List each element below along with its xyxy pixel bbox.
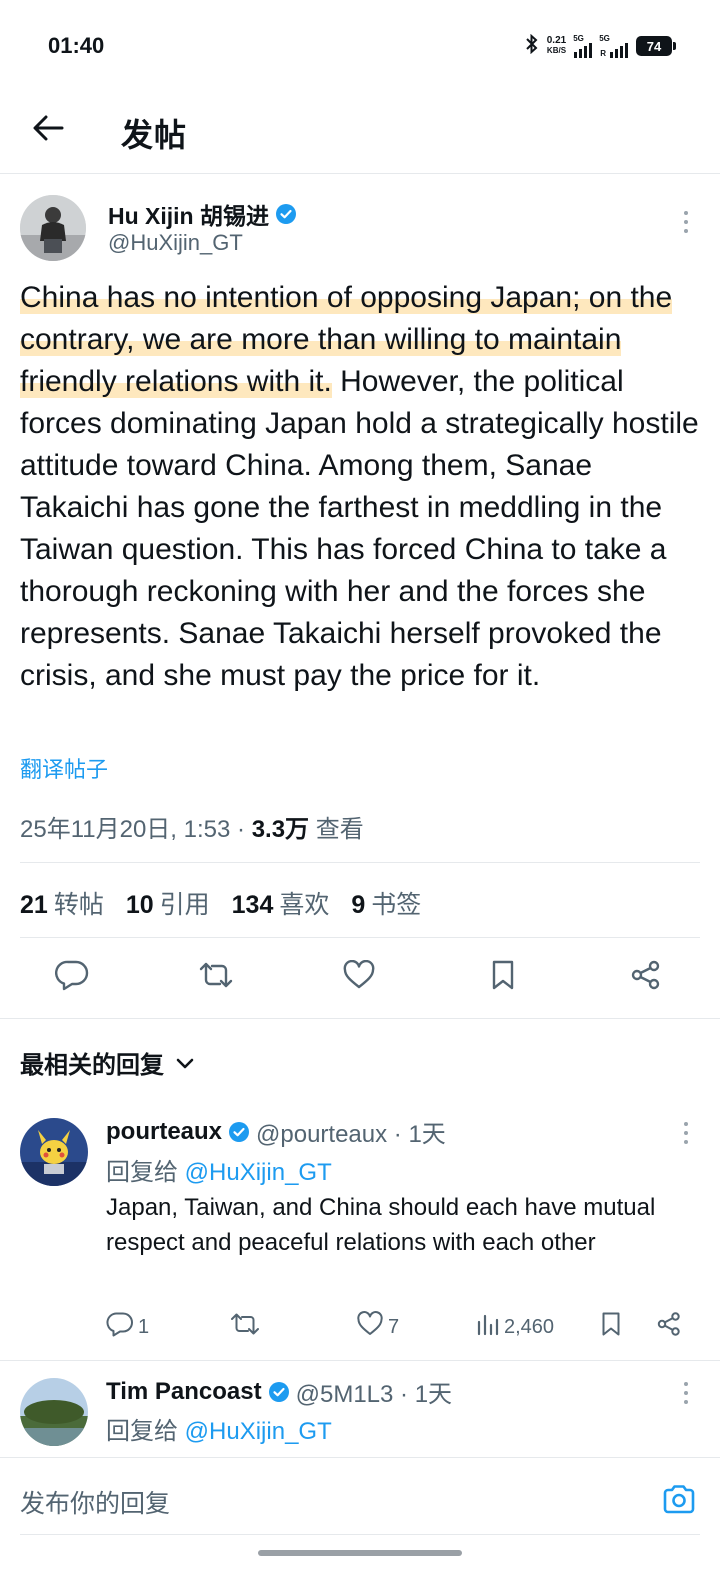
back-button[interactable]: [26, 108, 70, 152]
signal-sim2-icon: 5G R: [599, 34, 628, 58]
bookmark-button[interactable]: [481, 955, 525, 999]
divider: [20, 937, 700, 938]
reply-views-button[interactable]: 2,460: [476, 1310, 554, 1344]
reply-icon: [55, 959, 89, 996]
verified-badge-icon: [268, 1381, 290, 1403]
divider: [0, 1018, 720, 1019]
reply-avatar[interactable]: [20, 1118, 88, 1186]
author-handle: @HuXijin_GT: [108, 230, 243, 255]
repost-button[interactable]: [194, 955, 238, 999]
share-icon: [656, 1311, 682, 1343]
top-app-bar: 发帖: [0, 92, 720, 174]
status-time: 01:40: [48, 33, 105, 58]
reply-reply-button[interactable]: 1: [106, 1310, 149, 1344]
repost-icon: [198, 960, 234, 995]
reply-bookmark-button[interactable]: [600, 1310, 622, 1344]
more-options-icon[interactable]: [676, 1122, 696, 1144]
divider: [20, 1534, 700, 1535]
tweet-text-rest: However, the political forces dominating…: [20, 365, 699, 692]
reply-author[interactable]: Tim Pancoast @5M1L3 · 1天: [106, 1374, 452, 1409]
reply-avatar[interactable]: [20, 1378, 88, 1446]
mention-link[interactable]: @HuXijin_GT: [185, 1159, 332, 1186]
status-icons: 0.21 KB/S 5G 5G R 74: [525, 33, 676, 58]
reply-input[interactable]: 发布你的回复: [20, 1484, 170, 1520]
reply-handle: @5M1L3 · 1天: [295, 1381, 453, 1408]
arrow-left-icon: [32, 114, 64, 147]
views-count: 3.3万: [251, 816, 310, 843]
quotes-stat[interactable]: 10 引用: [126, 885, 210, 921]
reply-to-line: 回复给 @HuXijin_GT: [106, 1418, 332, 1445]
net-speed: 0.21 KB/S: [546, 35, 567, 56]
reply-like-button[interactable]: 7: [356, 1310, 399, 1344]
divider: [20, 862, 700, 863]
views-chart-icon: [476, 1312, 500, 1342]
reposts-stat[interactable]: 21 转帖: [20, 885, 104, 921]
camera-icon: [662, 1484, 696, 1519]
heart-icon: [356, 1311, 384, 1343]
mention-link[interactable]: @HuXijin_GT: [185, 1418, 332, 1445]
bluetooth-icon: [525, 33, 539, 58]
reply-button[interactable]: [50, 955, 94, 999]
camera-button[interactable]: [660, 1482, 698, 1520]
translate-link[interactable]: 翻译帖子: [20, 752, 108, 784]
divider: [0, 1360, 720, 1361]
timestamp: 25年11月20日, 1:53 ·: [20, 816, 246, 843]
reply-author[interactable]: pourteaux @pourteaux · 1天: [106, 1114, 446, 1149]
reply-repost-button[interactable]: [230, 1310, 264, 1344]
reply-sort-dropdown[interactable]: 最相关的回复: [20, 1045, 194, 1080]
likes-stat[interactable]: 134 喜欢: [232, 885, 330, 921]
reply-to-line: 回复给 @HuXijin_GT: [106, 1159, 332, 1186]
bookmark-icon: [600, 1311, 622, 1343]
share-button[interactable]: [624, 955, 668, 999]
bookmark-icon: [490, 959, 516, 996]
reply-icon: [106, 1311, 134, 1343]
tweet-action-bar: [0, 955, 720, 1003]
signal-sim1-icon: 5G: [573, 34, 593, 58]
tweet-meta: 25年11月20日, 1:53 · 3.3万 查看: [20, 809, 364, 844]
more-options-icon[interactable]: [676, 211, 696, 233]
views-label: 查看: [315, 816, 364, 843]
chevron-down-icon: [176, 1049, 194, 1077]
repost-icon: [230, 1311, 260, 1343]
page-title: 发帖: [121, 117, 188, 153]
reply-handle: @pourteaux · 1天: [256, 1121, 446, 1148]
author-name[interactable]: Hu Xijin 胡锡进: [108, 197, 297, 231]
home-indicator[interactable]: [258, 1550, 462, 1556]
share-icon: [630, 959, 662, 996]
bookmarks-stat[interactable]: 9 书签: [351, 885, 421, 921]
engagement-stats: 21 转帖 10 引用 134 喜欢 9 书签: [20, 885, 421, 921]
battery-icon: 74: [636, 36, 676, 56]
like-button[interactable]: [337, 955, 381, 999]
heart-icon: [342, 959, 376, 995]
more-options-icon[interactable]: [676, 1382, 696, 1404]
author-avatar[interactable]: [20, 195, 86, 261]
reply-action-bar: 1 7 2,460: [106, 1310, 686, 1344]
verified-badge-icon: [275, 203, 297, 225]
reply-text: Japan, Taiwan, and China should each hav…: [106, 1194, 656, 1256]
verified-badge-icon: [228, 1121, 250, 1143]
tweet-text: China has no intention of opposing Japan…: [20, 277, 700, 697]
status-bar: 01:40 0.21 KB/S 5G 5G R 74: [0, 0, 720, 92]
reply-share-button[interactable]: [656, 1310, 682, 1344]
